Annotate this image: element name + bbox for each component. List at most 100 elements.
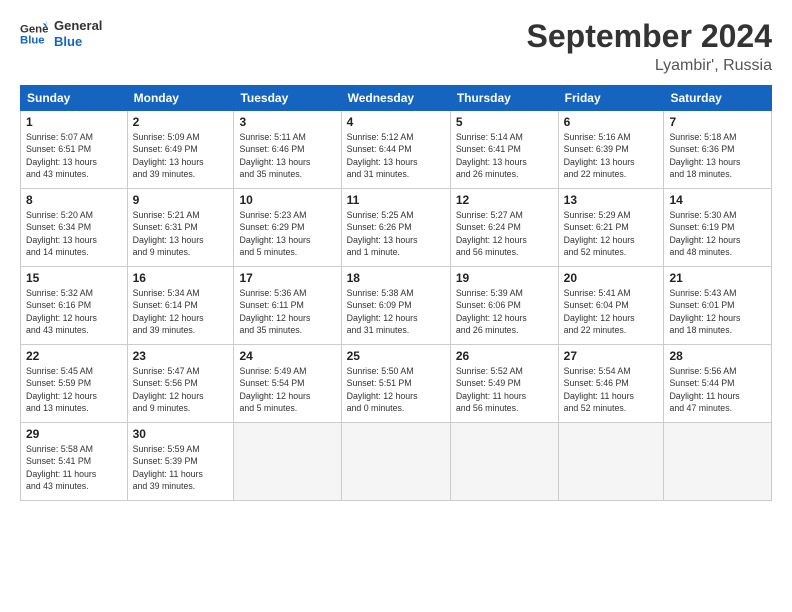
day-number: 9 [133,193,229,207]
week-row-3: 15 Sunrise: 5:32 AMSunset: 6:16 PMDayligh… [21,267,772,345]
day-number: 7 [669,115,766,129]
calendar-cell: 9 Sunrise: 5:21 AMSunset: 6:31 PMDaylight… [127,189,234,267]
header: General Blue General Blue September 2024… [20,18,772,75]
svg-text:Blue: Blue [20,34,45,46]
month-title: September 2024 [527,18,772,55]
day-number: 2 [133,115,229,129]
calendar-cell: 26 Sunrise: 5:52 AMSunset: 5:49 PMDayligh… [450,345,558,423]
day-info: Sunrise: 5:34 AMSunset: 6:14 PMDaylight:… [133,287,229,336]
day-info: Sunrise: 5:29 AMSunset: 6:21 PMDaylight:… [564,209,659,258]
day-number: 1 [26,115,122,129]
day-number: 17 [239,271,335,285]
calendar-cell: 17 Sunrise: 5:36 AMSunset: 6:11 PMDayligh… [234,267,341,345]
calendar-body: 1 Sunrise: 5:07 AMSunset: 6:51 PMDaylight… [21,111,772,501]
day-number: 26 [456,349,553,363]
weekday-header-thursday: Thursday [450,86,558,111]
day-number: 24 [239,349,335,363]
calendar-cell: 30Sunrise: 5:59 AMSunset: 5:39 PMDayligh… [127,423,234,501]
calendar-cell: 29Sunrise: 5:58 AMSunset: 5:41 PMDayligh… [21,423,128,501]
day-info: Sunrise: 5:45 AMSunset: 5:59 PMDaylight:… [26,365,122,414]
day-number: 20 [564,271,659,285]
logo-line2: Blue [54,34,102,50]
day-info: Sunrise: 5:38 AMSunset: 6:09 PMDaylight:… [347,287,445,336]
day-number: 15 [26,271,122,285]
week-row-5: 29Sunrise: 5:58 AMSunset: 5:41 PMDayligh… [21,423,772,501]
day-info: Sunrise: 5:36 AMSunset: 6:11 PMDaylight:… [239,287,335,336]
day-info: Sunrise: 5:56 AMSunset: 5:44 PMDaylight:… [669,365,766,414]
weekday-header-sunday: Sunday [21,86,128,111]
day-info: Sunrise: 5:09 AMSunset: 6:49 PMDaylight:… [133,131,229,180]
day-number: 3 [239,115,335,129]
day-number: 12 [456,193,553,207]
calendar-cell: 28Sunrise: 5:56 AMSunset: 5:44 PMDayligh… [664,345,772,423]
calendar-cell: 7 Sunrise: 5:18 AMSunset: 6:36 PMDaylight… [664,111,772,189]
weekday-header-tuesday: Tuesday [234,86,341,111]
day-number: 18 [347,271,445,285]
calendar-cell: 18 Sunrise: 5:38 AMSunset: 6:09 PMDayligh… [341,267,450,345]
week-row-2: 8Sunrise: 5:20 AMSunset: 6:34 PMDaylight… [21,189,772,267]
day-info: Sunrise: 5:18 AMSunset: 6:36 PMDaylight:… [669,131,766,180]
logo-icon: General Blue [20,20,48,48]
day-info: Sunrise: 5:54 AMSunset: 5:46 PMDaylight:… [564,365,659,414]
day-info: Sunrise: 5:30 AMSunset: 6:19 PMDaylight:… [669,209,766,258]
weekday-header-monday: Monday [127,86,234,111]
day-number: 19 [456,271,553,285]
day-info: Sunrise: 5:14 AMSunset: 6:41 PMDaylight:… [456,131,553,180]
day-info: Sunrise: 5:11 AMSunset: 6:46 PMDaylight:… [239,131,335,180]
calendar-cell: 4 Sunrise: 5:12 AMSunset: 6:44 PMDaylight… [341,111,450,189]
day-info: Sunrise: 5:12 AMSunset: 6:44 PMDaylight:… [347,131,445,180]
day-number: 25 [347,349,445,363]
day-info: Sunrise: 5:21 AMSunset: 6:31 PMDaylight:… [133,209,229,258]
calendar-cell [664,423,772,501]
day-info: Sunrise: 5:43 AMSunset: 6:01 PMDaylight:… [669,287,766,336]
day-info: Sunrise: 5:50 AMSunset: 5:51 PMDaylight:… [347,365,445,414]
day-number: 5 [456,115,553,129]
day-number: 11 [347,193,445,207]
day-info: Sunrise: 5:39 AMSunset: 6:06 PMDaylight:… [456,287,553,336]
day-number: 16 [133,271,229,285]
calendar-cell: 11 Sunrise: 5:25 AMSunset: 6:26 PMDayligh… [341,189,450,267]
day-number: 13 [564,193,659,207]
calendar-cell: 20 Sunrise: 5:41 AMSunset: 6:04 PMDayligh… [558,267,664,345]
day-number: 6 [564,115,659,129]
calendar-cell: 2 Sunrise: 5:09 AMSunset: 6:49 PMDaylight… [127,111,234,189]
day-info: Sunrise: 5:47 AMSunset: 5:56 PMDaylight:… [133,365,229,414]
location-subtitle: Lyambir', Russia [527,57,772,75]
calendar-table: SundayMondayTuesdayWednesdayThursdayFrid… [20,85,772,501]
logo-line1: General [54,18,102,34]
week-row-4: 22 Sunrise: 5:45 AMSunset: 5:59 PMDayligh… [21,345,772,423]
day-number: 10 [239,193,335,207]
calendar-cell [558,423,664,501]
calendar-cell [450,423,558,501]
day-info: Sunrise: 5:23 AMSunset: 6:29 PMDaylight:… [239,209,335,258]
day-info: Sunrise: 5:41 AMSunset: 6:04 PMDaylight:… [564,287,659,336]
day-number: 4 [347,115,445,129]
calendar-cell: 8Sunrise: 5:20 AMSunset: 6:34 PMDaylight… [21,189,128,267]
day-info: Sunrise: 5:52 AMSunset: 5:49 PMDaylight:… [456,365,553,414]
weekday-header-saturday: Saturday [664,86,772,111]
day-info: Sunrise: 5:49 AMSunset: 5:54 PMDaylight:… [239,365,335,414]
page: General Blue General Blue September 2024… [0,0,792,612]
day-info: Sunrise: 5:58 AMSunset: 5:41 PMDaylight:… [26,443,122,492]
calendar-cell: 15 Sunrise: 5:32 AMSunset: 6:16 PMDayligh… [21,267,128,345]
day-number: 22 [26,349,122,363]
calendar-cell: 24 Sunrise: 5:49 AMSunset: 5:54 PMDayligh… [234,345,341,423]
day-info: Sunrise: 5:07 AMSunset: 6:51 PMDaylight:… [26,131,122,180]
calendar-cell [341,423,450,501]
calendar-cell: 12Sunrise: 5:27 AMSunset: 6:24 PMDayligh… [450,189,558,267]
day-info: Sunrise: 5:25 AMSunset: 6:26 PMDaylight:… [347,209,445,258]
calendar-cell: 6Sunrise: 5:16 AMSunset: 6:39 PMDaylight… [558,111,664,189]
day-number: 30 [133,427,229,441]
calendar-cell: 14 Sunrise: 5:30 AMSunset: 6:19 PMDayligh… [664,189,772,267]
day-info: Sunrise: 5:32 AMSunset: 6:16 PMDaylight:… [26,287,122,336]
calendar-cell [234,423,341,501]
calendar-cell: 5 Sunrise: 5:14 AMSunset: 6:41 PMDaylight… [450,111,558,189]
week-row-1: 1 Sunrise: 5:07 AMSunset: 6:51 PMDaylight… [21,111,772,189]
weekday-header-friday: Friday [558,86,664,111]
day-info: Sunrise: 5:20 AMSunset: 6:34 PMDaylight:… [26,209,122,258]
weekday-header-wednesday: Wednesday [341,86,450,111]
calendar-cell: 21Sunrise: 5:43 AMSunset: 6:01 PMDayligh… [664,267,772,345]
calendar-cell: 3 Sunrise: 5:11 AMSunset: 6:46 PMDaylight… [234,111,341,189]
calendar-cell: 23Sunrise: 5:47 AMSunset: 5:56 PMDayligh… [127,345,234,423]
day-number: 14 [669,193,766,207]
